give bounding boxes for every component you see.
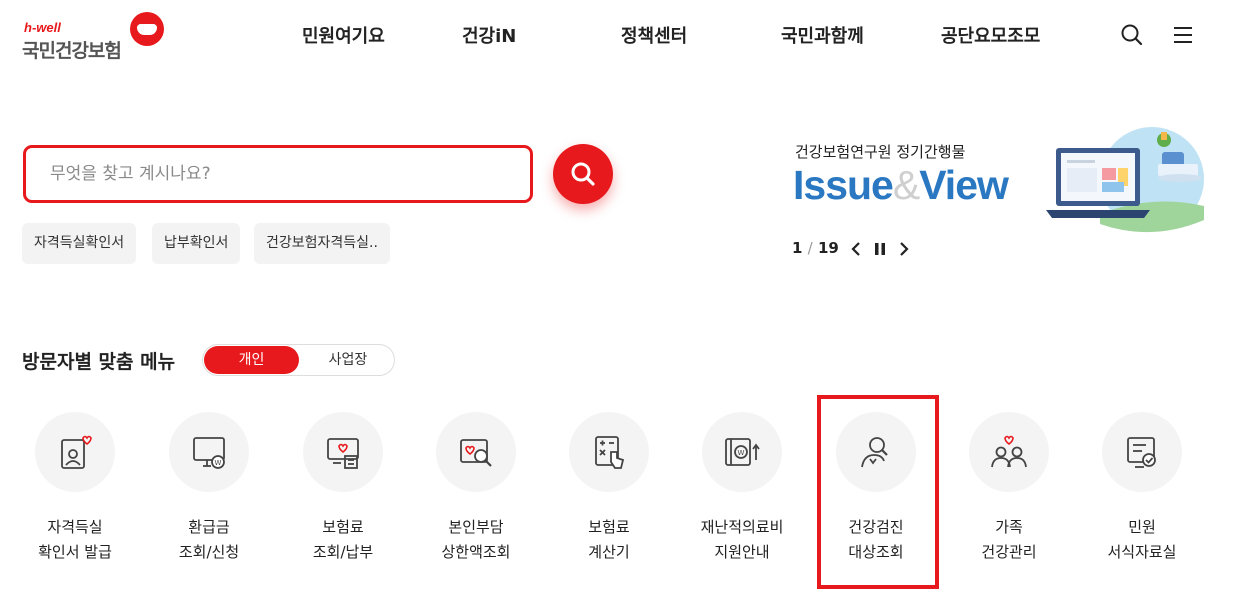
menu-label-line: 가족 <box>995 518 1023 536</box>
menu-label-line: 본인부담 <box>448 518 504 536</box>
menu-icon-circle: W <box>169 412 249 492</box>
svg-text:W: W <box>215 459 222 467</box>
id-card-heart-icon <box>61 435 92 469</box>
menu-label-line: 상한액조회 <box>441 543 511 561</box>
search-input[interactable] <box>50 160 490 188</box>
menu-label-line: 조회/신청 <box>178 543 240 561</box>
menu-label: 자격득실 확인서 발급 <box>10 515 140 565</box>
menu-icon-circle: W <box>702 412 782 492</box>
monitor-won-icon: W <box>193 437 225 469</box>
menu-item-family-health[interactable]: 가족 건강관리 <box>944 412 1074 572</box>
pager-current: 1 <box>792 239 803 257</box>
receipt-heart-icon <box>327 438 359 469</box>
search-icon <box>571 162 595 186</box>
keyword-chip[interactable]: 납부확인서 <box>152 223 241 264</box>
document-check-icon <box>1127 437 1156 468</box>
menu-label-line: 건강검진 <box>848 518 904 536</box>
menu-label-line: 건강관리 <box>981 543 1037 561</box>
menu-label: 가족 건강관리 <box>944 515 1074 565</box>
menu-label: 재난적의료비 지원안내 <box>677 515 807 565</box>
svg-text:W: W <box>738 449 745 457</box>
keyword-chip[interactable]: 건강보험자격득실.. <box>254 223 390 264</box>
menu-label-line: 재난적의료비 <box>700 518 784 536</box>
tab-personal[interactable]: 개인 <box>204 346 299 374</box>
nav-item-health-in[interactable]: 건강iN <box>462 22 516 48</box>
menu-label-line: 계산기 <box>588 543 630 561</box>
menu-label-line: 서식자료실 <box>1107 543 1177 561</box>
menu-label: 본인부담 상한액조회 <box>411 515 541 565</box>
menu-label-line: 보험료 <box>588 518 630 536</box>
menu-icon-circle <box>303 412 383 492</box>
menu-item-health-checkup[interactable]: 건강검진 대상조회 <box>811 412 941 572</box>
search-button[interactable] <box>553 144 613 204</box>
nav-item-together[interactable]: 국민과함께 <box>781 22 864 48</box>
search-box <box>23 145 533 203</box>
pause-icon[interactable] <box>872 240 888 258</box>
site-header: h-well 국민건강보험 민원여기요 건강iN 정책센터 국민과함께 공단요모… <box>0 0 1237 80</box>
nav-item-civil[interactable]: 민원여기요 <box>302 22 385 48</box>
menu-icon-circle <box>969 412 1049 492</box>
menu-item-premium-calculator[interactable]: 보험료 계산기 <box>544 412 674 572</box>
pager-total: 19 <box>817 239 839 257</box>
visitor-type-toggle: 개인 사업장 <box>202 344 395 376</box>
laptop-illustration <box>1046 127 1204 233</box>
nav-item-policy[interactable]: 정책센터 <box>621 22 687 48</box>
menu-item-copay-limit[interactable]: 본인부담 상한액조회 <box>411 412 541 572</box>
menu-label-line: 대상조회 <box>848 543 904 561</box>
menu-label-line: 환급금 <box>188 518 230 536</box>
chevron-left-icon[interactable] <box>848 240 864 258</box>
banner-title-view: View <box>919 162 1009 208</box>
menu-item-civil-forms[interactable]: 민원 서식자료실 <box>1077 412 1207 572</box>
person-search-icon <box>861 437 888 468</box>
menu-label: 보험료 계산기 <box>544 515 674 565</box>
menu-item-catastrophic-medical[interactable]: W 재난적의료비 지원안내 <box>677 412 807 572</box>
logo-sub-text: h-well <box>24 20 61 35</box>
menu-icon-circle <box>436 412 516 492</box>
menu-icon-circle <box>569 412 649 492</box>
menu-icon-circle <box>35 412 115 492</box>
menu-label-line: 지원안내 <box>714 543 770 561</box>
menu-label-line: 보험료 <box>322 518 364 536</box>
banner-subtitle: 건강보험연구원 정기간행물 <box>795 143 966 161</box>
menu-label-line: 자격득실 <box>47 518 103 536</box>
search-icon[interactable] <box>1119 22 1145 48</box>
won-wallet-arrow-icon: W <box>725 438 760 466</box>
logo-main-text: 국민건강보험 <box>22 40 122 62</box>
menu-label: 민원 서식자료실 <box>1077 515 1207 565</box>
menu-item-refund[interactable]: W 환급금 조회/신청 <box>144 412 274 572</box>
hamburger-menu-icon[interactable] <box>1170 22 1196 48</box>
menu-label: 건강검진 대상조회 <box>811 515 941 565</box>
banner-title-issue: Issue <box>793 162 894 208</box>
family-heart-icon <box>991 435 1027 468</box>
calculator-hand-icon <box>595 436 625 469</box>
banner-title-amp: & <box>892 162 920 208</box>
visitor-menu-title: 방문자별 맞춤 메뉴 <box>22 351 176 373</box>
menu-item-qualification-certificate[interactable]: 자격득실 확인서 발급 <box>10 412 140 572</box>
menu-item-premium-payment[interactable]: 보험료 조회/납부 <box>278 412 408 572</box>
menu-icon-circle <box>836 412 916 492</box>
heart-search-icon <box>460 439 492 467</box>
menu-label: 보험료 조회/납부 <box>278 515 408 565</box>
banner-title[interactable]: Issue&View <box>793 162 1009 209</box>
tab-business[interactable]: 사업장 <box>303 346 393 374</box>
banner-pager: 1 / 19 <box>792 239 839 257</box>
menu-icon-circle <box>1102 412 1182 492</box>
nhis-logo[interactable]: h-well 국민건강보험 <box>22 12 172 62</box>
chevron-right-icon[interactable] <box>896 240 912 258</box>
logo-mask-icon <box>130 12 164 46</box>
menu-label-line: 민원 <box>1128 518 1156 536</box>
menu-label: 환급금 조회/신청 <box>144 515 274 565</box>
pager-separator: / <box>807 239 813 257</box>
menu-label-line: 확인서 발급 <box>38 543 112 561</box>
keyword-chip[interactable]: 자격득실확인서 <box>22 223 137 264</box>
menu-label-line: 조회/납부 <box>312 543 374 561</box>
nav-item-about[interactable]: 공단요모조모 <box>941 22 1040 48</box>
